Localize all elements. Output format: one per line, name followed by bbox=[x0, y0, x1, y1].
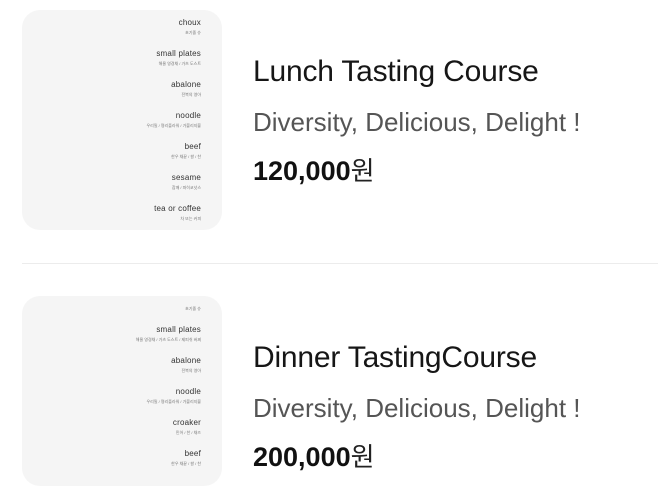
price-currency: 원 bbox=[350, 156, 375, 186]
course-title[interactable]: Dinner TastingCourse bbox=[253, 341, 581, 375]
menu-item-sub: 참깨 / 파히코넛스 bbox=[171, 185, 201, 190]
menu-item-name: croaker bbox=[172, 418, 201, 427]
menu-item: small plates 해물 영경채 / 가츠 도스트 bbox=[146, 49, 201, 67]
course-card-lunch[interactable]: choux 초기즐 슈 small plates 해물 영경채 / 가츠 도스트… bbox=[22, 10, 658, 240]
menu-item-sub: 민어 / 찬 / 채즈 bbox=[175, 430, 201, 435]
menu-item-name: noodle bbox=[175, 111, 201, 120]
menu-card-text: choux 초기즐 슈 small plates 해물 영경채 / 가츠 도스트… bbox=[146, 18, 201, 230]
menu-item: sesame 참깨 / 파히코넛스 bbox=[146, 173, 201, 191]
menu-item: beef 한우 채끝 / 쌀 / 찬 bbox=[146, 142, 201, 160]
menu-item: abalone 전복의 영아 bbox=[146, 80, 201, 98]
menu-item-sub: 우리밀 / 명리플라워 / 가볼리지블 bbox=[146, 123, 201, 128]
menu-item-sub: 우리밀 / 명리플라워 / 가볼리지블 bbox=[146, 399, 201, 404]
menu-item: croaker 민어 / 찬 / 채즈 bbox=[136, 418, 201, 436]
menu-card-text: 초기즐 슈 small plates 해물 영경채 / 가츠 도스트 / 제피쉬… bbox=[136, 304, 201, 480]
menu-item: tea or coffee 차 또는 커피 bbox=[146, 204, 201, 222]
menu-item-name: beef bbox=[184, 142, 201, 151]
menu-item: noodle 우리밀 / 명리플라워 / 가볼리지블 bbox=[146, 111, 201, 129]
menu-item-sub: 전복의 영아 bbox=[181, 92, 201, 97]
menu-item-name: sesame bbox=[171, 173, 201, 182]
menu-item-sub: 한우 채끝 / 쌀 / 찬 bbox=[171, 154, 201, 159]
menu-thumbnail[interactable]: 초기즐 슈 small plates 해물 영경채 / 가츠 도스트 / 제피쉬… bbox=[22, 296, 222, 486]
menu-item: beef 한우 채끝 / 쌀 / 찬 bbox=[136, 449, 201, 467]
menu-item-name: small plates bbox=[156, 325, 201, 334]
menu-item: choux 초기즐 슈 bbox=[146, 18, 201, 36]
menu-item: small plates 해물 영경채 / 가츠 도스트 / 제피쉬 버찌 bbox=[136, 325, 201, 343]
course-price: 120,000원 bbox=[253, 151, 581, 188]
menu-item-name: tea or coffee bbox=[154, 204, 201, 213]
menu-item-sub: 초기즐 슈 bbox=[185, 30, 201, 35]
menu-item-sub: 해물 영경채 / 가츠 도스트 bbox=[158, 61, 201, 66]
menu-item-name: abalone bbox=[171, 356, 201, 365]
menu-item-name: abalone bbox=[171, 80, 201, 89]
menu-item-sub: 한우 채끝 / 쌀 / 찬 bbox=[171, 461, 201, 466]
price-amount: 200,000 bbox=[253, 442, 351, 472]
divider bbox=[22, 263, 658, 264]
menu-item: noodle 우리밀 / 명리플라워 / 가볼리지블 bbox=[136, 387, 201, 405]
menu-item: abalone 전복의 영아 bbox=[136, 356, 201, 374]
course-info: Lunch Tasting Course Diversity, Deliciou… bbox=[253, 55, 581, 188]
menu-item-sub: 전복의 영아 bbox=[181, 368, 201, 373]
menu-item-sub: 차 또는 커피 bbox=[180, 216, 201, 221]
menu-item-name: beef bbox=[184, 449, 201, 458]
menu-item-sub: 초기즐 슈 bbox=[185, 306, 201, 311]
course-tagline: Diversity, Delicious, Delight ! bbox=[253, 393, 581, 423]
menu-item: 초기즐 슈 bbox=[136, 306, 201, 312]
menu-item-name: choux bbox=[178, 18, 201, 27]
course-price: 200,000원 bbox=[253, 437, 581, 474]
price-amount: 120,000 bbox=[253, 156, 351, 186]
course-card-dinner[interactable]: 초기즐 슈 small plates 해물 영경채 / 가츠 도스트 / 제피쉬… bbox=[22, 296, 658, 486]
course-tagline: Diversity, Delicious, Delight ! bbox=[253, 107, 581, 137]
price-currency: 원 bbox=[350, 442, 375, 472]
course-info: Dinner TastingCourse Diversity, Deliciou… bbox=[253, 341, 581, 474]
menu-item-name: noodle bbox=[175, 387, 201, 396]
menu-thumbnail[interactable]: choux 초기즐 슈 small plates 해물 영경채 / 가츠 도스트… bbox=[22, 10, 222, 230]
menu-item-name: small plates bbox=[156, 49, 201, 58]
course-title[interactable]: Lunch Tasting Course bbox=[253, 55, 581, 89]
menu-item-sub: 해물 영경채 / 가츠 도스트 / 제피쉬 버찌 bbox=[135, 337, 201, 342]
